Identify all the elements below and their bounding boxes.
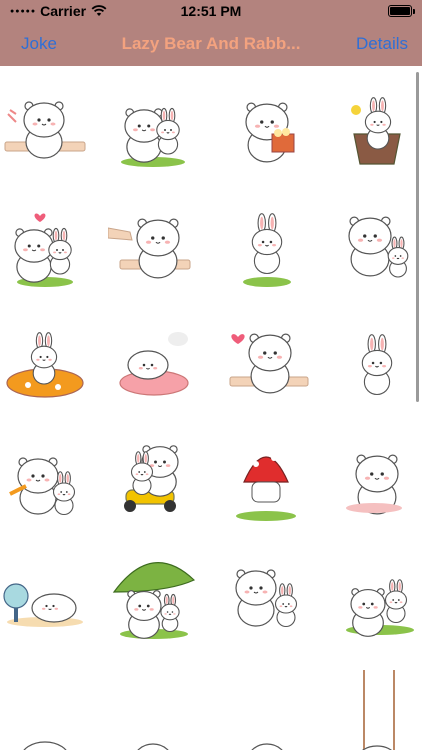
sticker-rabbit-peeking[interactable] (108, 670, 198, 750)
sticker-bear-and-rabbit-kiss[interactable] (0, 202, 90, 292)
sticker-bear-poked-by-hand[interactable] (108, 202, 198, 292)
navigation-bar: Joke Lazy Bear And Rabb... Details (0, 22, 422, 66)
sticker-bear-bottom-peeking[interactable] (222, 670, 312, 750)
sticker-bear-eating-popcorn[interactable] (222, 84, 312, 174)
sticker-rabbit-hiding-in-red-hood[interactable] (222, 436, 312, 526)
sticker-bear-and-rabbit-on-scooter[interactable] (108, 436, 198, 526)
status-bar: ●●●●● Carrier 12:51 PM (0, 0, 422, 22)
sticker-bear-resting-by-fan[interactable] (0, 552, 90, 642)
carrier-info: ●●●●● Carrier (10, 3, 107, 19)
sticker-rabbit-on-swing[interactable] (332, 670, 422, 750)
sticker-bear-with-heart-on-ledge[interactable] (222, 319, 312, 409)
battery-icon (388, 5, 415, 17)
wifi-icon (91, 5, 107, 16)
sticker-grid[interactable] (0, 66, 422, 750)
page-title: Lazy Bear And Rabb... (121, 34, 301, 53)
scrollbar[interactable] (416, 72, 419, 402)
sticker-bear-leaning-on-ledge[interactable] (0, 84, 90, 174)
signal-dots-icon: ●●●●● (10, 7, 37, 15)
details-button[interactable]: Details (356, 34, 408, 54)
sticker-rabbit-standing-on-grass[interactable] (222, 202, 312, 292)
sticker-rabbit-hands-on-hips[interactable] (332, 319, 422, 409)
joke-button[interactable]: Joke (21, 34, 57, 54)
sticker-rabbit-on-orange-cushion[interactable] (0, 319, 90, 409)
sticker-bear-and-rabbit-hugging[interactable] (108, 84, 198, 174)
sticker-bear-giving-carrot-to-rabbit[interactable] (0, 436, 90, 526)
sticker-bear-and-rabbit-waving[interactable] (222, 552, 312, 642)
sticker-rabbit-in-flower-pot[interactable] (332, 84, 422, 174)
sticker-bear-with-rabbit-on-side[interactable] (332, 202, 422, 292)
sticker-bear-lying-on-pink-cushion[interactable] (108, 319, 198, 409)
carrier-label: Carrier (40, 3, 87, 19)
sticker-bear-and-rabbit-cuddling[interactable] (332, 552, 422, 642)
sticker-bear-peeking[interactable] (0, 670, 90, 750)
sticker-bear-and-rabbit-under-leaf[interactable] (108, 552, 198, 642)
sticker-bear-with-flowers[interactable] (332, 436, 422, 526)
